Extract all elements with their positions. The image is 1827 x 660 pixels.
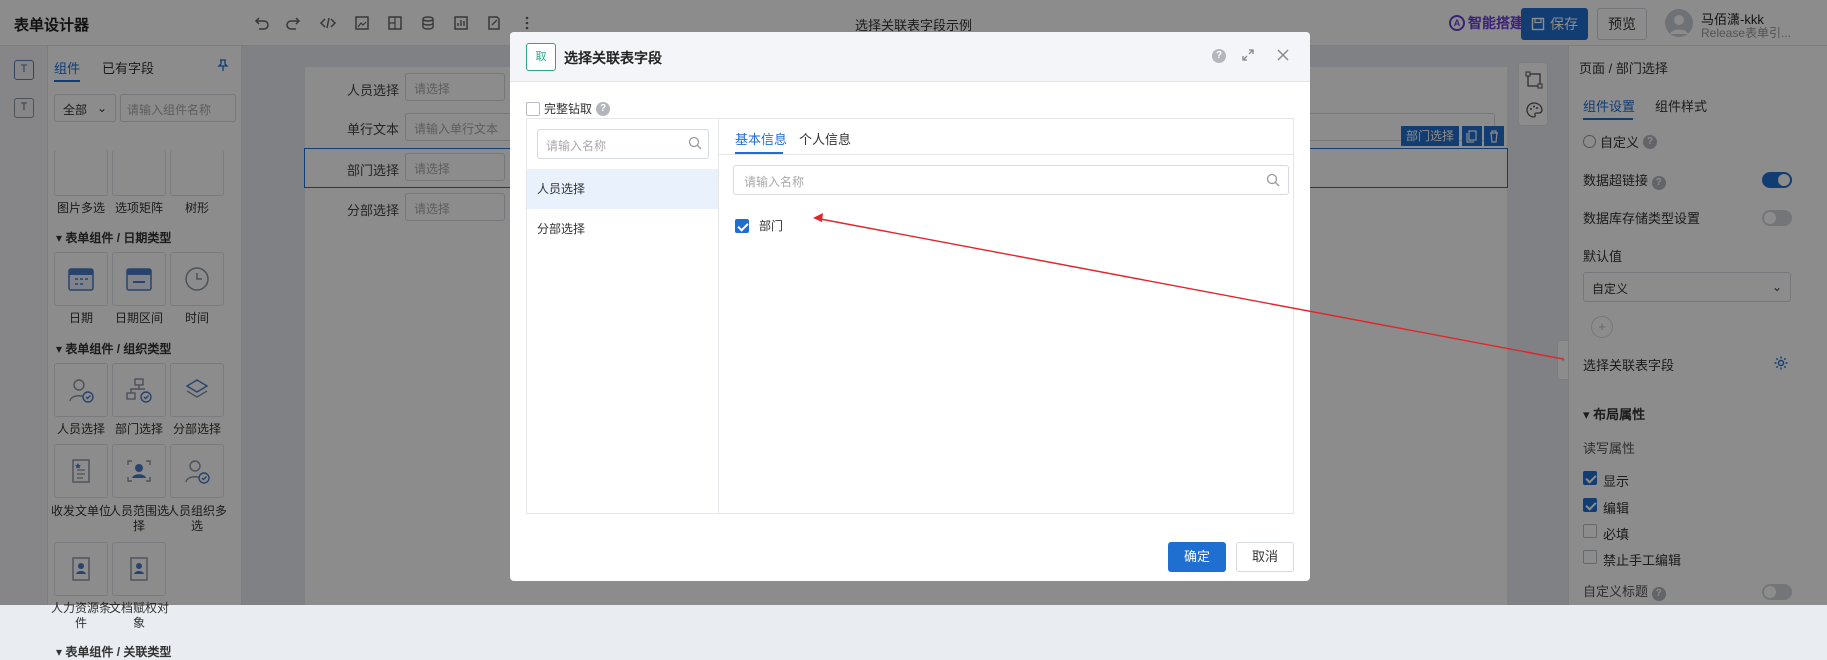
left-search-placeholder: 请输入名称 <box>546 139 607 153</box>
list-item-branch-select[interactable]: 分部选择 <box>527 209 718 249</box>
department-checkbox[interactable] <box>735 218 749 233</box>
tab-personal-info[interactable]: 个人信息 <box>799 129 851 148</box>
tab-divider <box>719 154 1293 155</box>
cancel-button[interactable]: 取消 <box>1236 542 1294 572</box>
full-fetch-option[interactable]: 完整钻取 ? <box>526 100 611 117</box>
help-icon[interactable]: ? <box>596 101 611 116</box>
expand-icon[interactable] <box>1241 48 1255 62</box>
tile-label: 文档赋权对象 <box>109 601 170 630</box>
left-search-input[interactable]: 请输入名称 <box>537 129 709 159</box>
source-field-list: 请输入名称 人员选择 分部选择 <box>527 119 719 513</box>
search-icon <box>688 136 702 150</box>
close-icon[interactable] <box>1276 48 1290 62</box>
section-relation-title: ▾ 表单组件 / 关联类型 <box>56 645 172 659</box>
help-icon[interactable]: ? <box>1212 49 1226 63</box>
dialog-title: 选择关联表字段 <box>564 50 662 66</box>
full-fetch-checkbox[interactable] <box>526 101 540 116</box>
dialog-icon: 取 <box>526 43 556 71</box>
confirm-button[interactable]: 确定 <box>1168 542 1226 572</box>
section-title: 表单组件 / 关联类型 <box>65 645 172 659</box>
list-item-person-select[interactable]: 人员选择 <box>527 169 718 209</box>
search-icon <box>1266 173 1280 187</box>
right-search-placeholder: 请输入名称 <box>744 175 805 189</box>
field-option-label: 部门 <box>759 219 784 233</box>
right-search-input[interactable]: 请输入名称 <box>733 165 1289 195</box>
dialog-body: 请输入名称 人员选择 分部选择 基本信息 个人信息 请输入名称 部门 <box>526 118 1294 514</box>
field-option-department[interactable]: 部门 <box>735 217 783 234</box>
tile-label: 人力资源条件 <box>51 601 112 630</box>
dialog-header: 取 选择关联表字段 ? <box>510 32 1310 82</box>
select-assoc-field-dialog: 取 选择关联表字段 ? 完整钻取 ? 请输入名称 人员选择 分部选择 基本信息 … <box>510 32 1310 581</box>
full-fetch-label: 完整钻取 <box>544 102 593 116</box>
tab-basic-info[interactable]: 基本信息 <box>735 129 787 148</box>
